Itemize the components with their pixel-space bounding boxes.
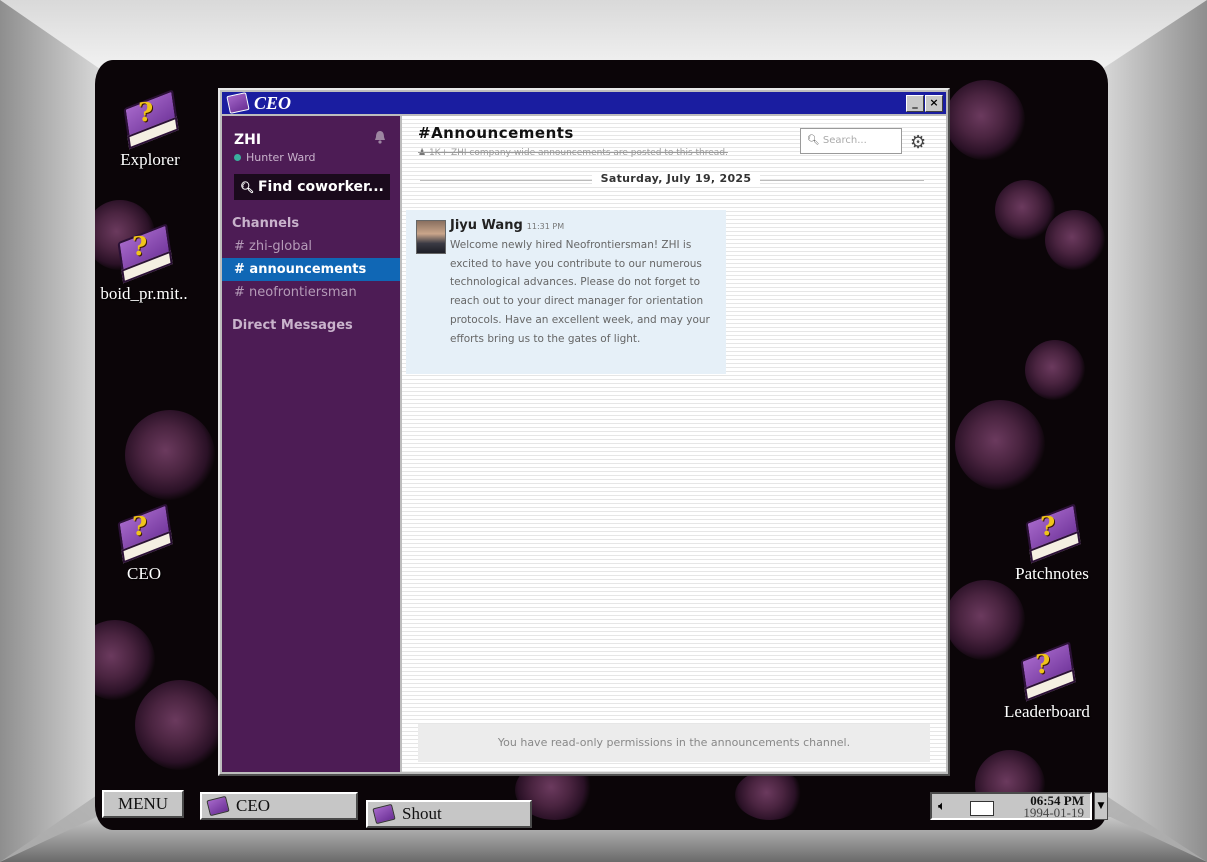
message-time: 11:31 PM: [526, 222, 565, 231]
current-user: Hunter Ward: [234, 151, 316, 164]
find-coworker-input[interactable]: 🔍︎ Find coworker...: [234, 174, 390, 200]
ceo-app-window: CEO _ × ZHI Hunter Ward 🔍︎ Find coworker.…: [218, 88, 950, 776]
window-titlebar[interactable]: CEO _ ×: [222, 92, 946, 114]
desktop-icon-label: CEO: [127, 564, 161, 583]
rose-wallpaper: [955, 400, 1045, 490]
book-icon: [372, 803, 396, 825]
book-icon: ?: [116, 503, 173, 564]
desktop-icon-label: boid_pr.mit..: [100, 284, 188, 303]
read-only-notice: You have read-only permissions in the an…: [418, 724, 930, 762]
current-user-name: Hunter Ward: [246, 151, 316, 164]
desktop-icon-label: Explorer: [120, 150, 180, 169]
direct-messages-heading[interactable]: Direct Messages: [232, 318, 353, 333]
speaker-icon[interactable]: 🔈︎: [938, 799, 946, 814]
search-input[interactable]: 🔍︎ Search...: [800, 128, 902, 154]
workspace-name: ZHI: [234, 132, 262, 148]
desktop-icon-boid[interactable]: ? boid_pr.mit..: [95, 223, 199, 304]
message-author: Jiyu Wang 11:31 PM: [450, 218, 564, 233]
message-text: Welcome newly hired Neofrontiersman! ZHI…: [450, 239, 710, 345]
rose-wallpaper: [125, 410, 215, 500]
rose-wallpaper: [945, 80, 1025, 160]
taskbar-item-label: Shout: [402, 804, 442, 823]
rose-wallpaper: [1025, 340, 1085, 400]
channel-neofrontiersman[interactable]: # neofrontiersman: [222, 281, 400, 304]
search-icon: 🔍︎: [807, 135, 820, 146]
desktop-icon-ceo[interactable]: ? CEO: [95, 503, 199, 584]
channel-announcements[interactable]: # announcements: [222, 258, 400, 281]
find-coworker-placeholder: Find coworker...: [257, 179, 384, 195]
book-icon: ?: [116, 223, 173, 284]
book-icon: ?: [1019, 641, 1076, 702]
search-placeholder: Search...: [822, 135, 867, 146]
rose-wallpaper: [135, 680, 225, 770]
chevron-down-icon[interactable]: ▼: [1094, 792, 1108, 820]
book-icon: ?: [1024, 503, 1081, 564]
channel-pane: #Announcements ♟ 1K+ ZHI company-wide an…: [402, 116, 946, 772]
message-author-name[interactable]: Jiyu Wang: [450, 218, 523, 233]
window-title: CEO: [254, 92, 292, 113]
desktop-icon-label: Patchnotes: [1015, 564, 1089, 583]
channel-description: ♟ 1K+ ZHI company-wide announcements are…: [418, 148, 728, 158]
bell-icon[interactable]: [374, 130, 386, 144]
taskbar-item-label: CEO: [236, 796, 270, 815]
desktop-icon-patchnotes[interactable]: ? Patchnotes: [997, 503, 1107, 584]
taskbar-item-ceo[interactable]: CEO: [200, 792, 358, 820]
channel-title: #Announcements: [418, 124, 574, 142]
system-tray: 🔈︎ 06:54 PM 1994-01-19: [930, 792, 1092, 820]
rose-wallpaper: [95, 620, 155, 700]
clock-date: 1994-01-19: [1023, 805, 1084, 820]
avatar[interactable]: [416, 220, 446, 254]
clock[interactable]: 06:54 PM 1994-01-19: [1023, 794, 1084, 820]
book-icon: ?: [122, 89, 179, 150]
minimize-button[interactable]: _: [906, 95, 924, 112]
book-icon: [206, 795, 230, 817]
desktop-icon-explorer[interactable]: ? Explorer: [95, 89, 205, 170]
channels-heading: Channels: [232, 216, 300, 231]
rose-wallpaper: [1045, 210, 1105, 270]
gear-icon[interactable]: ⚙: [910, 132, 926, 153]
members-icon: ♟: [418, 148, 427, 158]
menu-button[interactable]: MENU: [102, 790, 184, 818]
bezel-right: [1102, 0, 1207, 862]
bezel-left: [0, 0, 100, 862]
sidebar: ZHI Hunter Ward 🔍︎ Find coworker... Chann…: [222, 116, 400, 772]
channel-description-text: 1K+ ZHI company-wide announcements are p…: [428, 148, 728, 158]
close-button[interactable]: ×: [925, 95, 943, 112]
desktop-icon-label: Leaderboard: [1004, 702, 1090, 721]
taskbar: MENU CEO Shout 🔈︎ 06:54 PM 1994-01-19 ▼: [90, 776, 1108, 828]
taskbar-item-shout[interactable]: Shout: [366, 800, 532, 828]
search-icon: 🔍︎: [240, 181, 254, 194]
date-separator: Saturday, July 19, 2025: [592, 172, 760, 185]
desktop-icon-leaderboard[interactable]: ? Leaderboard: [992, 641, 1102, 722]
channel-zhi-global[interactable]: # zhi-global: [222, 235, 400, 258]
message: Jiyu Wang 11:31 PM Welcome newly hired Ne…: [406, 210, 726, 374]
mail-icon[interactable]: [970, 801, 994, 816]
online-status-icon: [234, 154, 241, 161]
app-book-icon: [226, 92, 250, 114]
